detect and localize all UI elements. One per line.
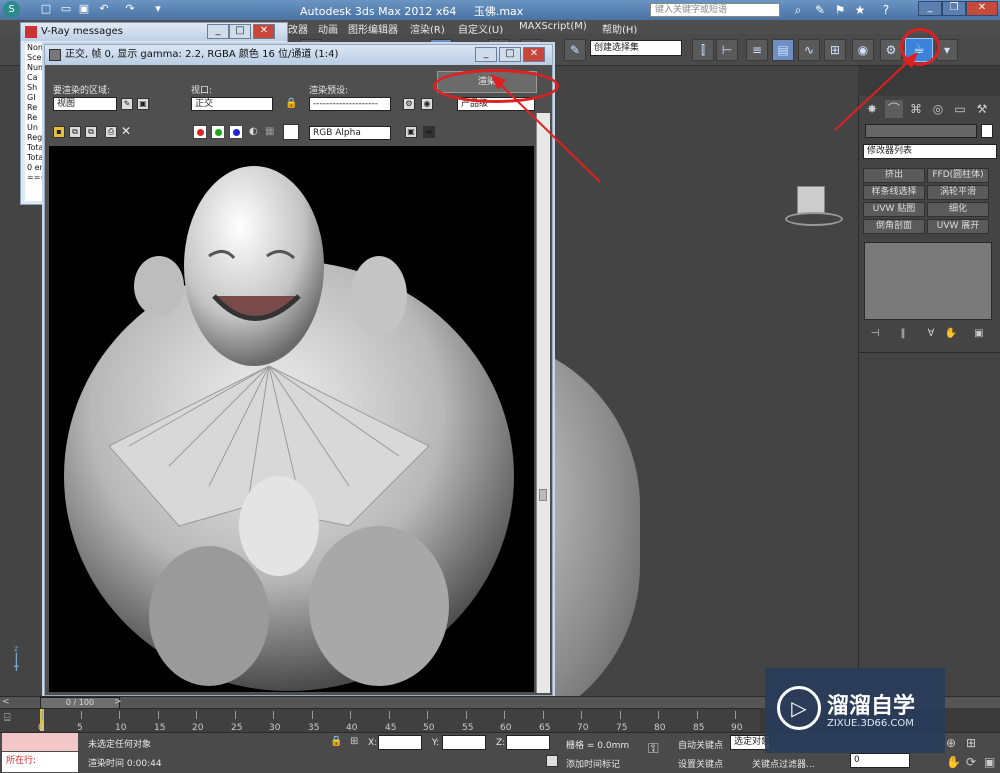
timeline-tick-mark — [427, 711, 428, 719]
z-coordinate-field[interactable] — [506, 735, 550, 750]
timeline-tick-mark — [350, 711, 351, 719]
current-frame-field[interactable]: 0 — [850, 753, 910, 768]
timeline-tick-mark — [504, 711, 505, 719]
mini-curve-editor-icon[interactable]: ⌸ — [4, 711, 24, 729]
timeline-tick-mark — [466, 711, 467, 719]
timeline-tick-mark — [119, 711, 120, 719]
timeline-tick-mark — [235, 711, 236, 719]
grid-status: 栅格 = 0.0mm — [566, 741, 630, 751]
timeline-tick-mark — [158, 711, 159, 719]
annotation-arrows — [490, 52, 918, 183]
timeline-tick-mark — [196, 711, 197, 719]
timeline-tick-mark — [543, 711, 544, 719]
timeline-tick-mark — [312, 711, 313, 719]
z-label: Z: — [496, 738, 506, 748]
watermark: ▷ 溜溜自学 ZIXUE.3D66.COM — [765, 668, 945, 753]
timeline-tick-mark — [620, 711, 621, 719]
render-time-status: 渲染时间 0:00:44 — [88, 759, 162, 769]
timeline-tick-mark — [697, 711, 698, 719]
pan-icon[interactable]: ✋ — [946, 755, 961, 769]
timeline-tick-mark — [389, 711, 390, 719]
timeline-tick-mark — [581, 711, 582, 719]
selection-status: 未选定任何对象 — [88, 740, 152, 750]
set-key-label[interactable]: 设置关键点 — [678, 757, 723, 770]
timeline-tick-mark — [42, 711, 43, 719]
watermark-brand: 溜溜自学 — [827, 694, 916, 719]
y-label: Y: — [432, 738, 440, 748]
key-filters-button[interactable]: 关键点过滤器... — [752, 757, 815, 770]
maximize-viewport-icon[interactable]: ▣ — [984, 755, 995, 769]
watermark-url: ZIXUE.3D66.COM — [827, 718, 914, 729]
timeline-tick-mark — [273, 711, 274, 719]
time-tag-icon[interactable] — [546, 755, 558, 767]
selected-dropdown[interactable]: 选定对象 — [730, 735, 770, 750]
zoom-icon[interactable]: ⊕ — [946, 736, 956, 750]
add-time-tag[interactable]: 添加时间标记 — [566, 757, 620, 770]
auto-key-label[interactable]: 自动关键点 — [678, 738, 723, 751]
absolute-mode-icon[interactable]: ⊞ — [350, 736, 358, 747]
selection-lock-icon[interactable]: 🔒 — [330, 736, 342, 747]
y-coordinate-field[interactable] — [442, 735, 486, 750]
orbit-icon[interactable]: ⟳ — [966, 755, 976, 769]
x-coordinate-field[interactable] — [378, 735, 422, 750]
play-logo-icon: ▷ — [777, 686, 821, 730]
zoom-extents-icon[interactable]: ⊞ — [966, 736, 976, 750]
timeline-tick-mark — [735, 711, 736, 719]
timeline-tick-mark — [81, 711, 82, 719]
key-icon[interactable]: ⚿ — [648, 741, 659, 757]
x-label: X: — [368, 738, 378, 748]
track-bar[interactable]: ⌸ 0 5 10 15 20 25 30 35 40 45 50 55 60 65 70 75 80 85 90 — [0, 708, 760, 733]
timeline-tick-mark — [658, 711, 659, 719]
maxscript-listener-pink[interactable] — [2, 733, 78, 751]
maxscript-mini-listener[interactable]: 所在行: — [2, 752, 78, 772]
